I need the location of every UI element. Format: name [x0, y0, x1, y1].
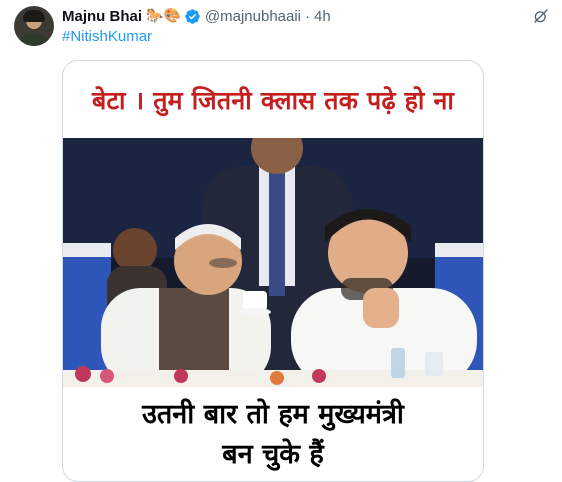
- author-emoji: 🐎🎨: [146, 8, 181, 24]
- meme-caption-bottom: उतनी बार तो हम मुख्यमंत्री बन चुके हैं: [63, 395, 483, 475]
- author-name[interactable]: Majnu Bhai: [62, 8, 142, 25]
- timestamp[interactable]: 4h: [314, 8, 331, 25]
- grok-icon[interactable]: [532, 7, 550, 25]
- avatar[interactable]: [14, 6, 54, 46]
- separator-dot: ·: [305, 7, 311, 25]
- meme-caption-bottom-line1: उतनी बार तो हम मुख्यमंत्री: [142, 399, 404, 430]
- verified-badge-icon: [185, 8, 200, 24]
- meme-photo: [63, 138, 483, 387]
- author-handle[interactable]: @majnubhaaii: [205, 8, 301, 25]
- meme-caption-top: बेटा । तुम जितनी क्लास तक पढ़े हो ना: [91, 86, 455, 115]
- hashtag-link[interactable]: #NitishKumar: [62, 28, 152, 45]
- tweet-header: Majnu Bhai 🐎🎨 @majnubhaaii · 4h: [62, 6, 550, 26]
- tweet-media[interactable]: बेटा । तुम जितनी क्लास तक पढ़े हो ना उतन…: [62, 60, 484, 482]
- meme-caption-bottom-line2: बन चुके हैं: [222, 439, 324, 470]
